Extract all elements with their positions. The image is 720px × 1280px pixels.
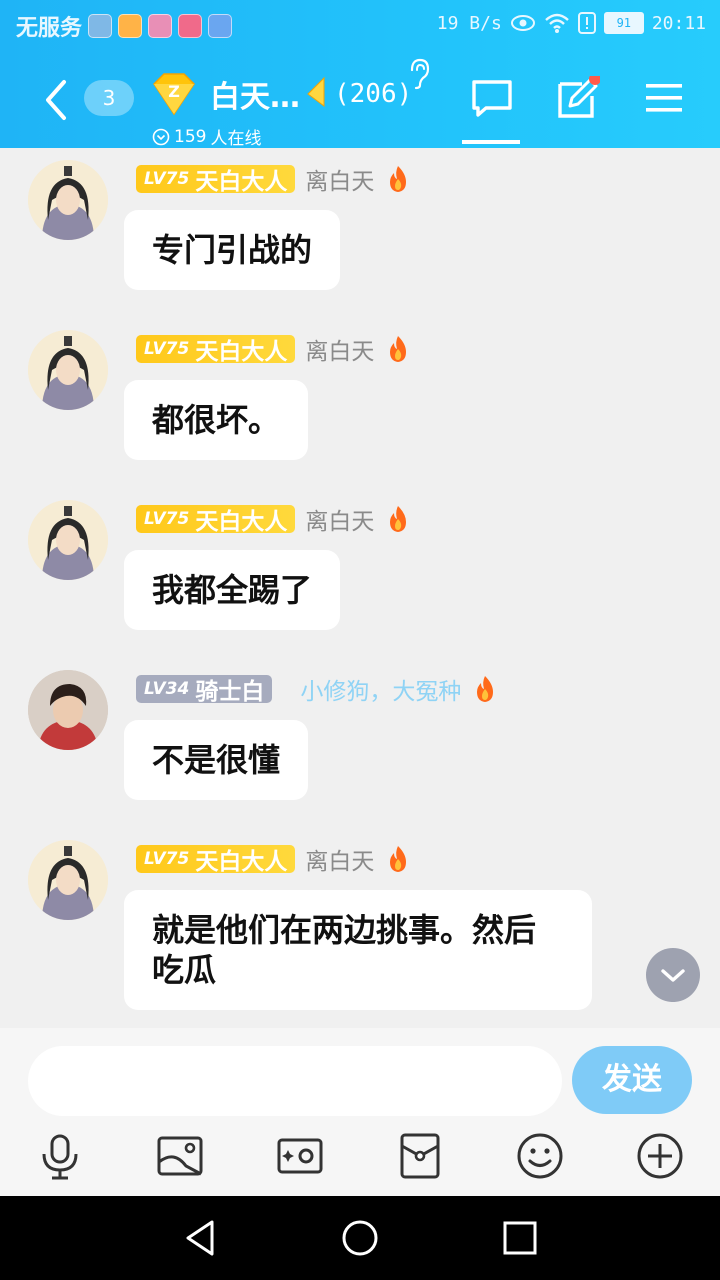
sender-row: LV75 天白大人 离白天 [136, 332, 410, 366]
message-list[interactable]: LV75 天白大人 离白天 专门引战的 LV75 天白大人 离白天 都很坏。 LV7… [0, 148, 720, 1028]
chevron-circle-icon [152, 128, 170, 145]
female-avatar[interactable] [28, 160, 108, 240]
composer: 发送 [0, 1028, 720, 1196]
ear-mode-icon[interactable] [404, 56, 434, 90]
message-item: LV75 天白大人 离白天 专门引战的 [0, 148, 720, 308]
active-tab-indicator [462, 140, 520, 144]
level-text: LV75 [144, 849, 190, 869]
recent-apps-icon[interactable] [498, 1216, 542, 1260]
male-avatar[interactable] [28, 670, 108, 750]
online-status: 159 人在线 [152, 124, 261, 149]
message-bubble[interactable]: 我都全踢了 [124, 550, 341, 630]
online-count: 159 [174, 126, 207, 147]
emoji-icon[interactable] [516, 1132, 564, 1180]
title-text: 天白大人 [195, 509, 288, 535]
clock: 20:11 [651, 12, 706, 34]
sender-row: LV75 天白大人 离白天 [136, 842, 410, 876]
unread-count-badge[interactable]: 3 [84, 80, 134, 116]
title-text: 骑士白 [195, 679, 265, 705]
sender-nickname[interactable]: 离白天 [305, 332, 374, 366]
app-notification-icon [208, 14, 233, 38]
message-item: LV75 天白大人 离白天 我都全踢了 [0, 488, 720, 648]
sender-row: LV75 天白大人 离白天 [136, 162, 410, 196]
level-badge: LV75 天白大人 [136, 505, 296, 535]
app-notification-icon [178, 14, 203, 38]
app-notification-icon [118, 14, 143, 38]
nav-bar: 3 Z 白天… (206) 159 人在线 [0, 52, 720, 149]
group-title: 白天… [210, 80, 300, 115]
fire-icon [477, 676, 494, 702]
battery-indicator: 91 [603, 12, 644, 34]
online-label: 人在线 [210, 129, 262, 149]
message-bubble[interactable]: 都很坏。 [124, 380, 309, 460]
message-bubble[interactable]: 不是很懂 [124, 720, 309, 800]
female-avatar[interactable] [28, 330, 108, 410]
level-text: LV75 [144, 169, 190, 189]
app-notification-icon [88, 14, 113, 38]
status-right: 19 B/s 91 20:11 [437, 12, 706, 34]
group-title-area[interactable]: Z 白天… (206) [146, 64, 412, 124]
wifi-icon [545, 13, 569, 33]
sender-nickname[interactable]: 离白天 [305, 162, 374, 196]
network-speed: 19 B/s [436, 12, 502, 34]
fire-icon [390, 166, 407, 192]
plus-icon[interactable] [636, 1132, 684, 1180]
chat-bubble-icon[interactable] [470, 76, 514, 120]
member-count: (206) [334, 79, 413, 109]
menu-icon[interactable] [642, 76, 686, 120]
level-badge: LV34 骑士白 [136, 675, 273, 705]
back-triangle-icon[interactable] [178, 1216, 222, 1260]
title-text: 天白大人 [195, 849, 288, 875]
chat-header: 无服务 19 B/s 91 20:11 3 Z 白天… (206) 159 人在… [0, 0, 720, 149]
message-bubble[interactable]: 就是他们在两边挑事。然后吃瓜 [124, 890, 592, 1010]
chevron-down-icon [661, 969, 685, 1004]
home-circle-icon[interactable] [338, 1216, 382, 1260]
alert-sim-icon [577, 12, 596, 34]
fire-icon [390, 846, 407, 872]
diamond-flag-icon [307, 76, 325, 107]
level-badge: LV75 天白大人 [136, 335, 296, 365]
fire-icon [390, 336, 407, 362]
camera-icon[interactable] [276, 1132, 324, 1180]
svg-text:Z: Z [168, 82, 180, 101]
female-avatar[interactable] [28, 840, 108, 920]
sender-row: LV34 骑士白 小修狗，大冤种 [136, 672, 497, 706]
level-badge: LV75 天白大人 [136, 845, 296, 875]
level-text: LV75 [144, 339, 190, 359]
sender-nickname[interactable]: 离白天 [305, 502, 374, 536]
level-text: LV34 [144, 679, 190, 699]
eye-icon [510, 15, 535, 31]
message-item: LV75 天白大人 离白天 就是他们在两边挑事。然后吃瓜 [0, 828, 720, 1028]
edit-post-icon[interactable] [556, 76, 600, 120]
title-text: 天白大人 [195, 339, 288, 365]
image-icon[interactable] [156, 1132, 204, 1180]
app-notification-icon [148, 14, 173, 38]
carrier-label: 无服务 [16, 16, 83, 41]
system-navigation-bar [0, 1196, 720, 1280]
scroll-to-bottom-button[interactable] [646, 948, 700, 1004]
message-input[interactable] [28, 1046, 562, 1116]
level-text: LV75 [144, 509, 190, 529]
send-button[interactable]: 发送 [572, 1046, 692, 1114]
level-badge: LV75 天白大人 [136, 165, 296, 195]
sender-nickname[interactable]: 小修狗，大冤种 [300, 672, 461, 706]
status-left: 无服务 [16, 10, 233, 42]
microphone-icon[interactable] [36, 1132, 84, 1180]
diamond-icon: Z [153, 73, 195, 116]
sender-nickname[interactable]: 离白天 [305, 842, 374, 876]
message-item: LV34 骑士白 小修狗，大冤种 不是很懂 [0, 658, 720, 818]
fire-icon [390, 506, 407, 532]
message-item: LV75 天白大人 离白天 都很坏。 [0, 318, 720, 478]
red-packet-icon[interactable] [396, 1132, 444, 1180]
title-text: 天白大人 [195, 169, 288, 195]
message-bubble[interactable]: 专门引战的 [124, 210, 341, 290]
back-arrow-icon[interactable] [36, 74, 76, 126]
female-avatar[interactable] [28, 500, 108, 580]
status-bar: 无服务 19 B/s 91 20:11 [0, 0, 720, 52]
sender-row: LV75 天白大人 离白天 [136, 502, 410, 536]
